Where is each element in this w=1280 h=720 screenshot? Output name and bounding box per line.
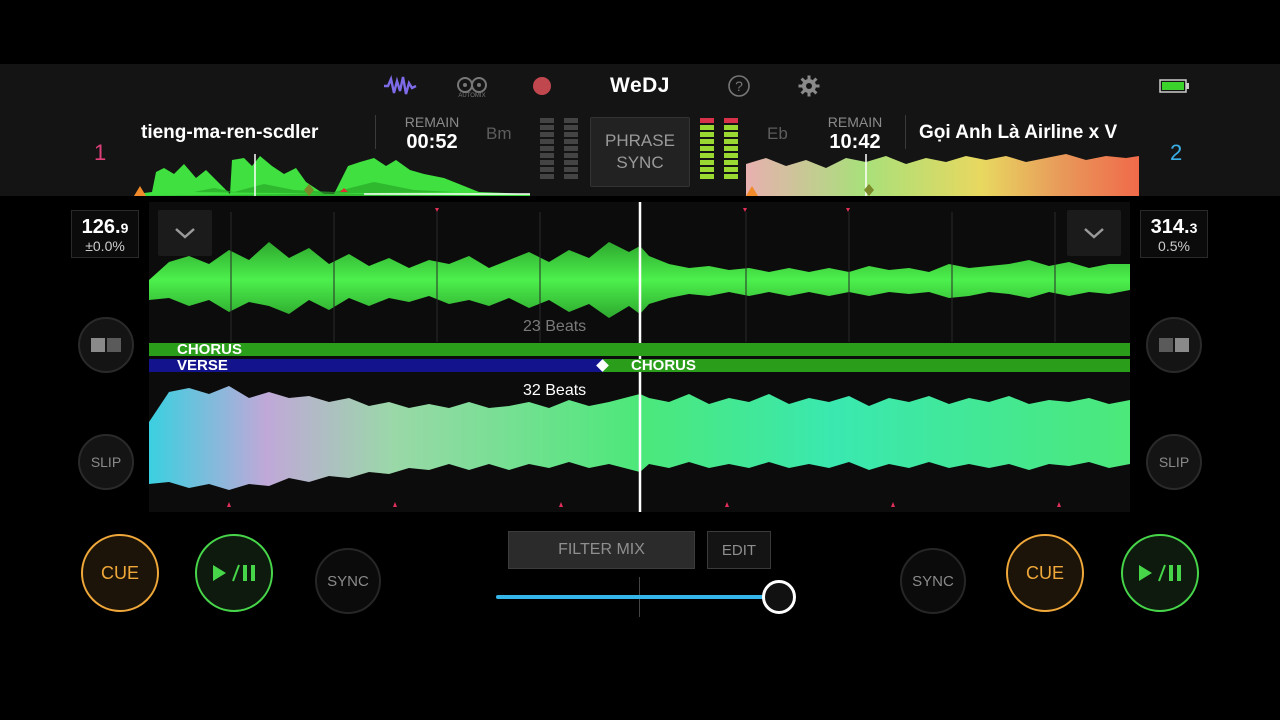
battery-icon [1158,64,1192,108]
deck1-remain-label: REMAIN [404,114,460,130]
deck2-track-title: Gọi Anh Là Airline x V [919,122,1118,143]
chevron-down-icon [175,228,195,239]
deck1-pitch: ±0.0% [85,238,125,254]
divider [375,115,376,149]
divider [905,115,906,149]
top-toolbar: AUTOMIX WeDJ ? [0,64,1280,108]
deck1-level-meter-right [564,118,578,181]
phrase-sync-button[interactable]: PHRASE SYNC [590,117,690,187]
deck2-remain-time: 10:42 [829,131,881,153]
deck1-beats-count: 23 Beats [523,318,587,335]
pads-icon [1159,338,1189,352]
deck2-phrase-verse: VERSE [149,357,603,374]
deck2-number: 2 [1170,140,1183,165]
crossfader-knob[interactable] [762,580,796,614]
filter-mix-button[interactable]: FILTER MIX [508,531,695,569]
deck1-key: Bm [486,124,512,143]
main-waveform-display[interactable]: CHORUS VERSE CHORUS 23 Beats 32 Beats [149,202,1130,512]
deck1-remain-time: 00:52 [406,131,458,153]
phrase-sync-line1: PHRASE [605,131,675,150]
deck1-cue-button[interactable]: CUE [81,534,159,612]
deck1-pad-mode-button[interactable] [78,317,134,373]
play-pause-icon [213,564,255,582]
deck2-bpm-integer: 314. [1150,216,1190,238]
deck2-cue-button[interactable]: CUE [1006,534,1084,612]
deck1-track-title: tieng-ma-ren-scdler [141,122,319,143]
record-icon[interactable] [524,64,560,108]
deck1-slip-button[interactable]: SLIP [78,434,134,490]
deck2-bpm-display[interactable]: 314.3 0.5% [1140,210,1208,258]
deck2-collapse-button[interactable] [1067,210,1121,256]
automix-icon[interactable]: AUTOMIX [452,64,492,108]
play-pause-icon [1139,564,1181,582]
settings-icon[interactable] [792,64,826,108]
deck1-level-meter-left [540,118,554,181]
chevron-down-icon [1084,228,1104,239]
deck2-pitch: 0.5% [1158,238,1190,254]
deck2-level-meter-right [724,118,738,181]
deck1-phrase-bar: CHORUS [149,341,1130,358]
phrase-sync-line2: SYNC [616,153,664,172]
pads-icon [91,338,121,352]
svg-text:?: ? [735,78,743,94]
deck1-bpm-decimal: 9 [120,220,129,236]
deck1-overview-waveform[interactable] [134,152,530,196]
deck2-phrase-right-label: CHORUS [631,357,697,374]
deck2-slip-button[interactable]: SLIP [1146,434,1202,490]
deck2-beats-count: 32 Beats [523,382,587,399]
deck1-play-pause-button[interactable] [195,534,273,612]
deck2-overview-waveform[interactable] [746,152,1139,196]
deck2-level-meter-left [700,118,714,181]
deck1-collapse-button[interactable] [158,210,212,256]
deck2-phrase-chorus: CHORUS [603,357,1130,374]
deck1-phrase-label: CHORUS [177,341,243,358]
deck2-key: Eb [767,124,788,143]
deck2-play-pause-button[interactable] [1121,534,1199,612]
deck1-bpm-display[interactable]: 126.9 ±0.0% [71,210,139,258]
automix-label: AUTOMIX [458,93,486,99]
deck2-sync-button[interactable]: SYNC [900,548,966,614]
crossfader-track[interactable] [496,595,780,599]
deck1-sync-button[interactable]: SYNC [315,548,381,614]
deck2-phrase-left-label: VERSE [177,357,228,374]
help-icon[interactable]: ? [722,64,756,108]
deck1-number: 1 [94,140,107,165]
deck2-pad-mode-button[interactable] [1146,317,1202,373]
deck2-remain-label: REMAIN [827,114,883,130]
deck2-bpm-decimal: 3 [1189,220,1198,236]
waveform-icon[interactable] [380,64,420,108]
app-logo: WeDJ [610,74,670,97]
edit-button[interactable]: EDIT [707,531,771,569]
deck1-bpm-integer: 126. [81,216,121,238]
